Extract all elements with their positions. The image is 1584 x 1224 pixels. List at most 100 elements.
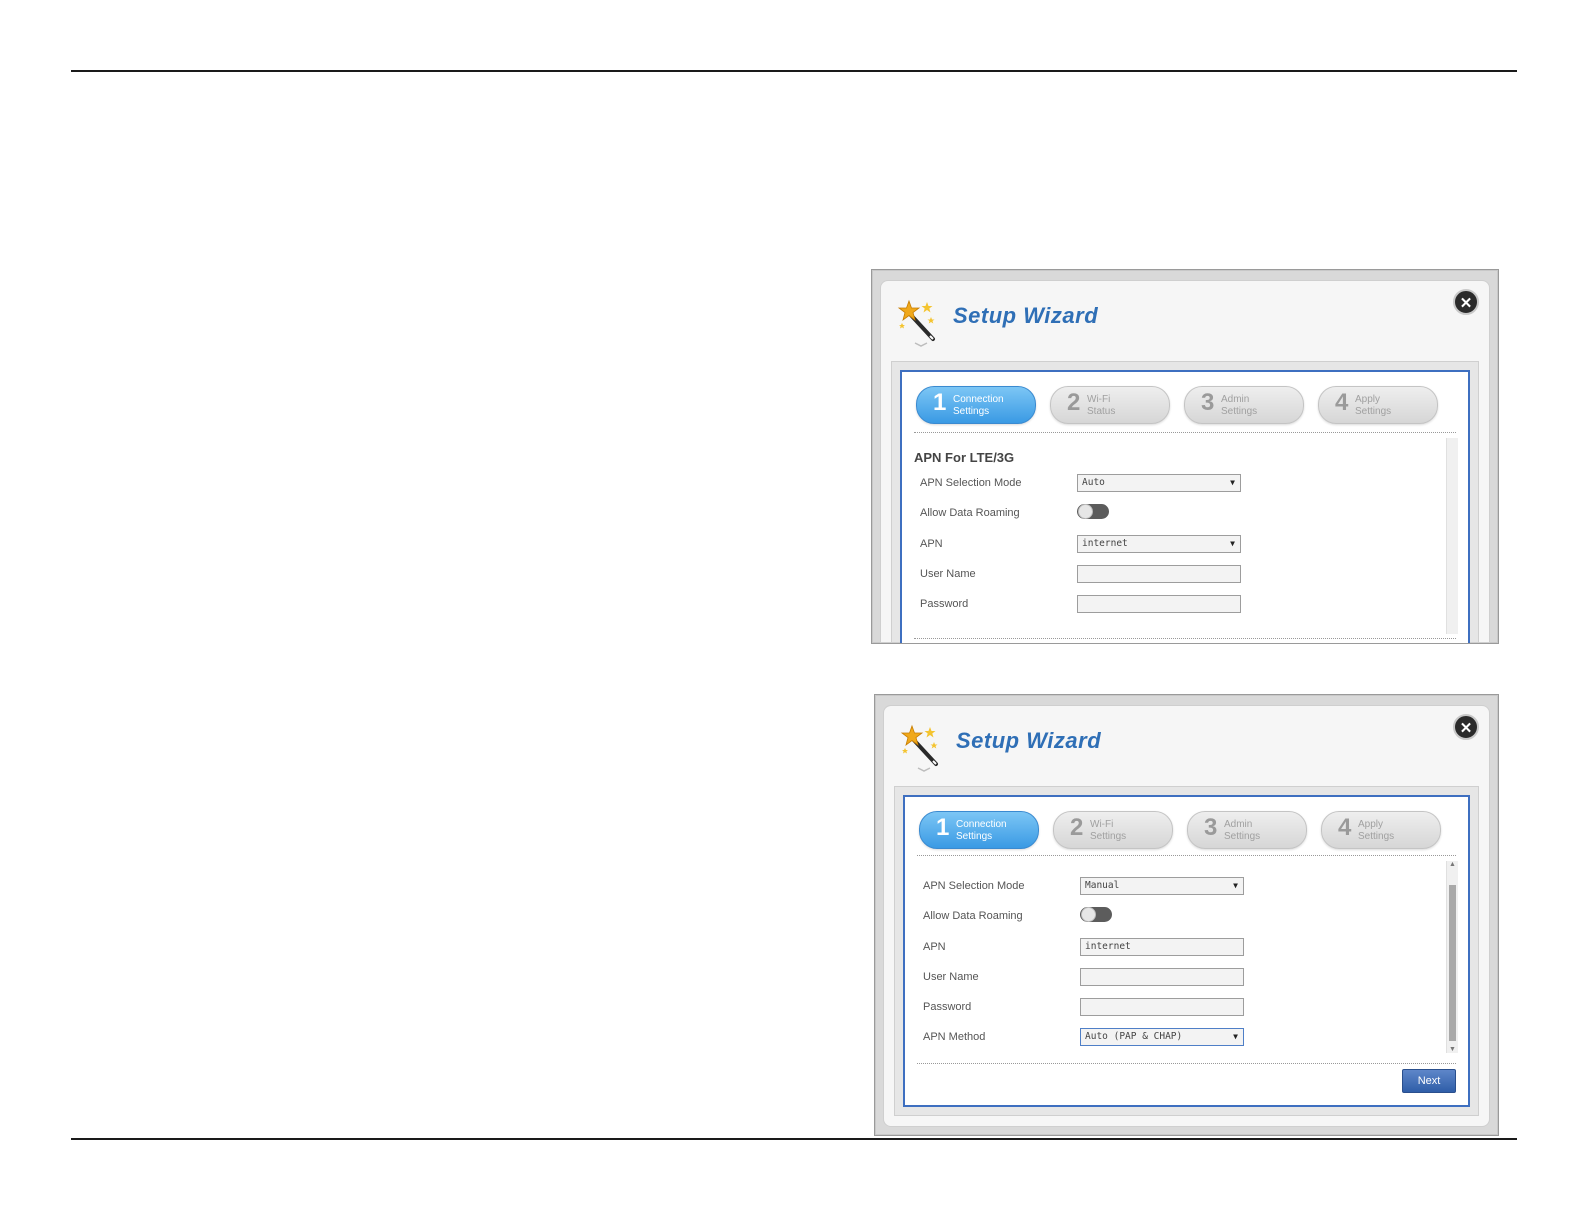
- select-value: Manual: [1085, 880, 1120, 891]
- wizard-window: Setup Wizard ✕ 1 Connection Settings 2 Wi…: [883, 705, 1490, 1127]
- user-name-label: User Name: [923, 971, 979, 983]
- apn-method-select[interactable]: Auto (PAP & CHAP) ▼: [1080, 1028, 1244, 1046]
- apn-method-row: APN Method Auto (PAP & CHAP) ▼: [923, 1028, 1253, 1050]
- scrollbar[interactable]: ▲ ▼: [1446, 861, 1458, 1053]
- step-label: Apply Settings: [1358, 819, 1438, 843]
- password-row: Password: [920, 595, 1250, 617]
- password-row: Password: [923, 998, 1253, 1020]
- wizard-window: Setup Wizard ✕ 1 Connection Settings 2 Wi…: [880, 280, 1490, 643]
- toggle-knob: [1081, 907, 1096, 922]
- step-admin-settings[interactable]: 3 Admin Settings: [1187, 811, 1307, 849]
- wizard-body: 1 Connection Settings 2 Wi-Fi Settings 3 A…: [894, 786, 1479, 1116]
- step-number: 4: [1338, 814, 1352, 841]
- magic-wand-icon: [900, 724, 938, 772]
- footer-rule: [71, 1138, 1517, 1140]
- apn-method-label: APN Method: [923, 1031, 986, 1043]
- step-connection-settings[interactable]: 1 Connection Settings: [916, 386, 1036, 424]
- step-wifi-settings[interactable]: 2 Wi-Fi Settings: [1053, 811, 1173, 849]
- header-rule: [71, 70, 1517, 72]
- setup-wizard-screenshot-manual: Setup Wizard ✕ 1 Connection Settings 2 Wi…: [874, 694, 1499, 1136]
- step-number: 3: [1204, 814, 1218, 841]
- scroll-up-icon[interactable]: ▲: [1447, 861, 1458, 868]
- select-value: Auto: [1082, 477, 1105, 488]
- step-label-line1: Wi-Fi: [1090, 819, 1114, 830]
- step-label-line2: Settings: [953, 406, 990, 417]
- wizard-title: Setup Wizard: [953, 303, 1099, 328]
- divider: [917, 1063, 1456, 1064]
- step-admin-settings[interactable]: 3 Admin Settings: [1184, 386, 1304, 424]
- apn-selection-mode-select[interactable]: Auto ▼: [1077, 474, 1241, 492]
- password-input[interactable]: [1077, 595, 1241, 613]
- step-number: 4: [1335, 389, 1349, 416]
- user-name-input[interactable]: [1077, 565, 1241, 583]
- user-name-row: User Name: [920, 565, 1250, 587]
- step-label-line2: Settings: [1090, 831, 1127, 842]
- step-label-line1: Apply: [1358, 819, 1384, 830]
- user-name-label: User Name: [920, 568, 976, 580]
- user-name-input[interactable]: [1080, 968, 1244, 986]
- step-label-line2: Settings: [1358, 831, 1395, 842]
- section-title: APN For LTE/3G: [914, 450, 1015, 465]
- apn-select[interactable]: internet ▼: [1077, 535, 1241, 553]
- scrollbar-thumb[interactable]: [1449, 885, 1456, 1041]
- chevron-down-icon: ▼: [1233, 881, 1238, 890]
- step-label: Admin Settings: [1221, 394, 1301, 418]
- step-label-line2: Settings: [1221, 406, 1258, 417]
- close-icon[interactable]: ✕: [1453, 289, 1479, 315]
- step-label: Connection Settings: [953, 394, 1033, 418]
- step-label-line1: Connection: [956, 819, 1007, 830]
- step-number: 3: [1201, 389, 1215, 416]
- wizard-content-frame: 1 Connection Settings 2 Wi-Fi Settings 3 A…: [903, 795, 1470, 1107]
- step-label-line1: Admin: [1221, 394, 1250, 405]
- step-number: 2: [1067, 389, 1081, 416]
- apn-label: APN: [923, 941, 946, 953]
- step-number: 2: [1070, 814, 1084, 841]
- wizard-steps: 1 Connection Settings 2 Wi-Fi Status 3 Adm…: [916, 386, 1454, 426]
- allow-data-roaming-row: Allow Data Roaming: [920, 504, 1250, 526]
- wizard-content-frame: 1 Connection Settings 2 Wi-Fi Status 3 Adm…: [900, 370, 1470, 643]
- step-label-line2: Status: [1087, 406, 1116, 417]
- apn-row: APN internet: [923, 938, 1253, 960]
- allow-data-roaming-toggle[interactable]: [1077, 504, 1109, 519]
- wizard-header: Setup Wizard ✕: [881, 281, 1489, 361]
- step-label-line1: Apply: [1355, 394, 1381, 405]
- close-icon[interactable]: ✕: [1453, 714, 1479, 740]
- wizard-body: 1 Connection Settings 2 Wi-Fi Status 3 Adm…: [891, 361, 1479, 643]
- step-apply-settings[interactable]: 4 Apply Settings: [1318, 386, 1438, 424]
- apn-input[interactable]: internet: [1080, 938, 1244, 956]
- password-input[interactable]: [1080, 998, 1244, 1016]
- setup-wizard-screenshot-auto: Setup Wizard ✕ 1 Connection Settings 2 Wi…: [871, 269, 1499, 644]
- allow-data-roaming-toggle[interactable]: [1080, 907, 1112, 922]
- step-wifi-status[interactable]: 2 Wi-Fi Status: [1050, 386, 1170, 424]
- divider: [914, 432, 1456, 433]
- scroll-down-icon[interactable]: ▼: [1447, 1046, 1458, 1053]
- step-label: Wi-Fi Status: [1087, 394, 1167, 418]
- apn-label: APN: [920, 538, 943, 550]
- apn-selection-mode-select[interactable]: Manual ▼: [1080, 877, 1244, 895]
- apn-selection-mode-label: APN Selection Mode: [923, 880, 1025, 892]
- divider: [914, 638, 1456, 639]
- step-label: Wi-Fi Settings: [1090, 819, 1170, 843]
- toggle-knob: [1078, 504, 1093, 519]
- step-connection-settings[interactable]: 1 Connection Settings: [919, 811, 1039, 849]
- password-label: Password: [923, 1001, 972, 1013]
- step-label-line2: Settings: [956, 831, 993, 842]
- step-number: 1: [933, 389, 947, 416]
- step-label-line1: Connection: [953, 394, 1004, 405]
- apn-selection-mode-label: APN Selection Mode: [920, 477, 1022, 489]
- divider: [917, 855, 1456, 856]
- step-apply-settings[interactable]: 4 Apply Settings: [1321, 811, 1441, 849]
- scrollbar[interactable]: [1446, 438, 1458, 634]
- wizard-header: Setup Wizard ✕: [884, 706, 1489, 786]
- apn-selection-mode-row: APN Selection Mode Manual ▼: [923, 877, 1253, 899]
- allow-data-roaming-row: Allow Data Roaming: [923, 907, 1253, 929]
- step-label: Connection Settings: [956, 819, 1036, 843]
- chevron-down-icon: ▼: [1230, 539, 1235, 548]
- next-button[interactable]: Next: [1402, 1069, 1456, 1093]
- wizard-steps: 1 Connection Settings 2 Wi-Fi Settings 3 A…: [919, 811, 1454, 851]
- chevron-down-icon: ▼: [1230, 478, 1235, 487]
- step-number: 1: [936, 814, 950, 841]
- user-name-row: User Name: [923, 968, 1253, 990]
- apn-row: APN internet ▼: [920, 535, 1250, 557]
- step-label: Admin Settings: [1224, 819, 1304, 843]
